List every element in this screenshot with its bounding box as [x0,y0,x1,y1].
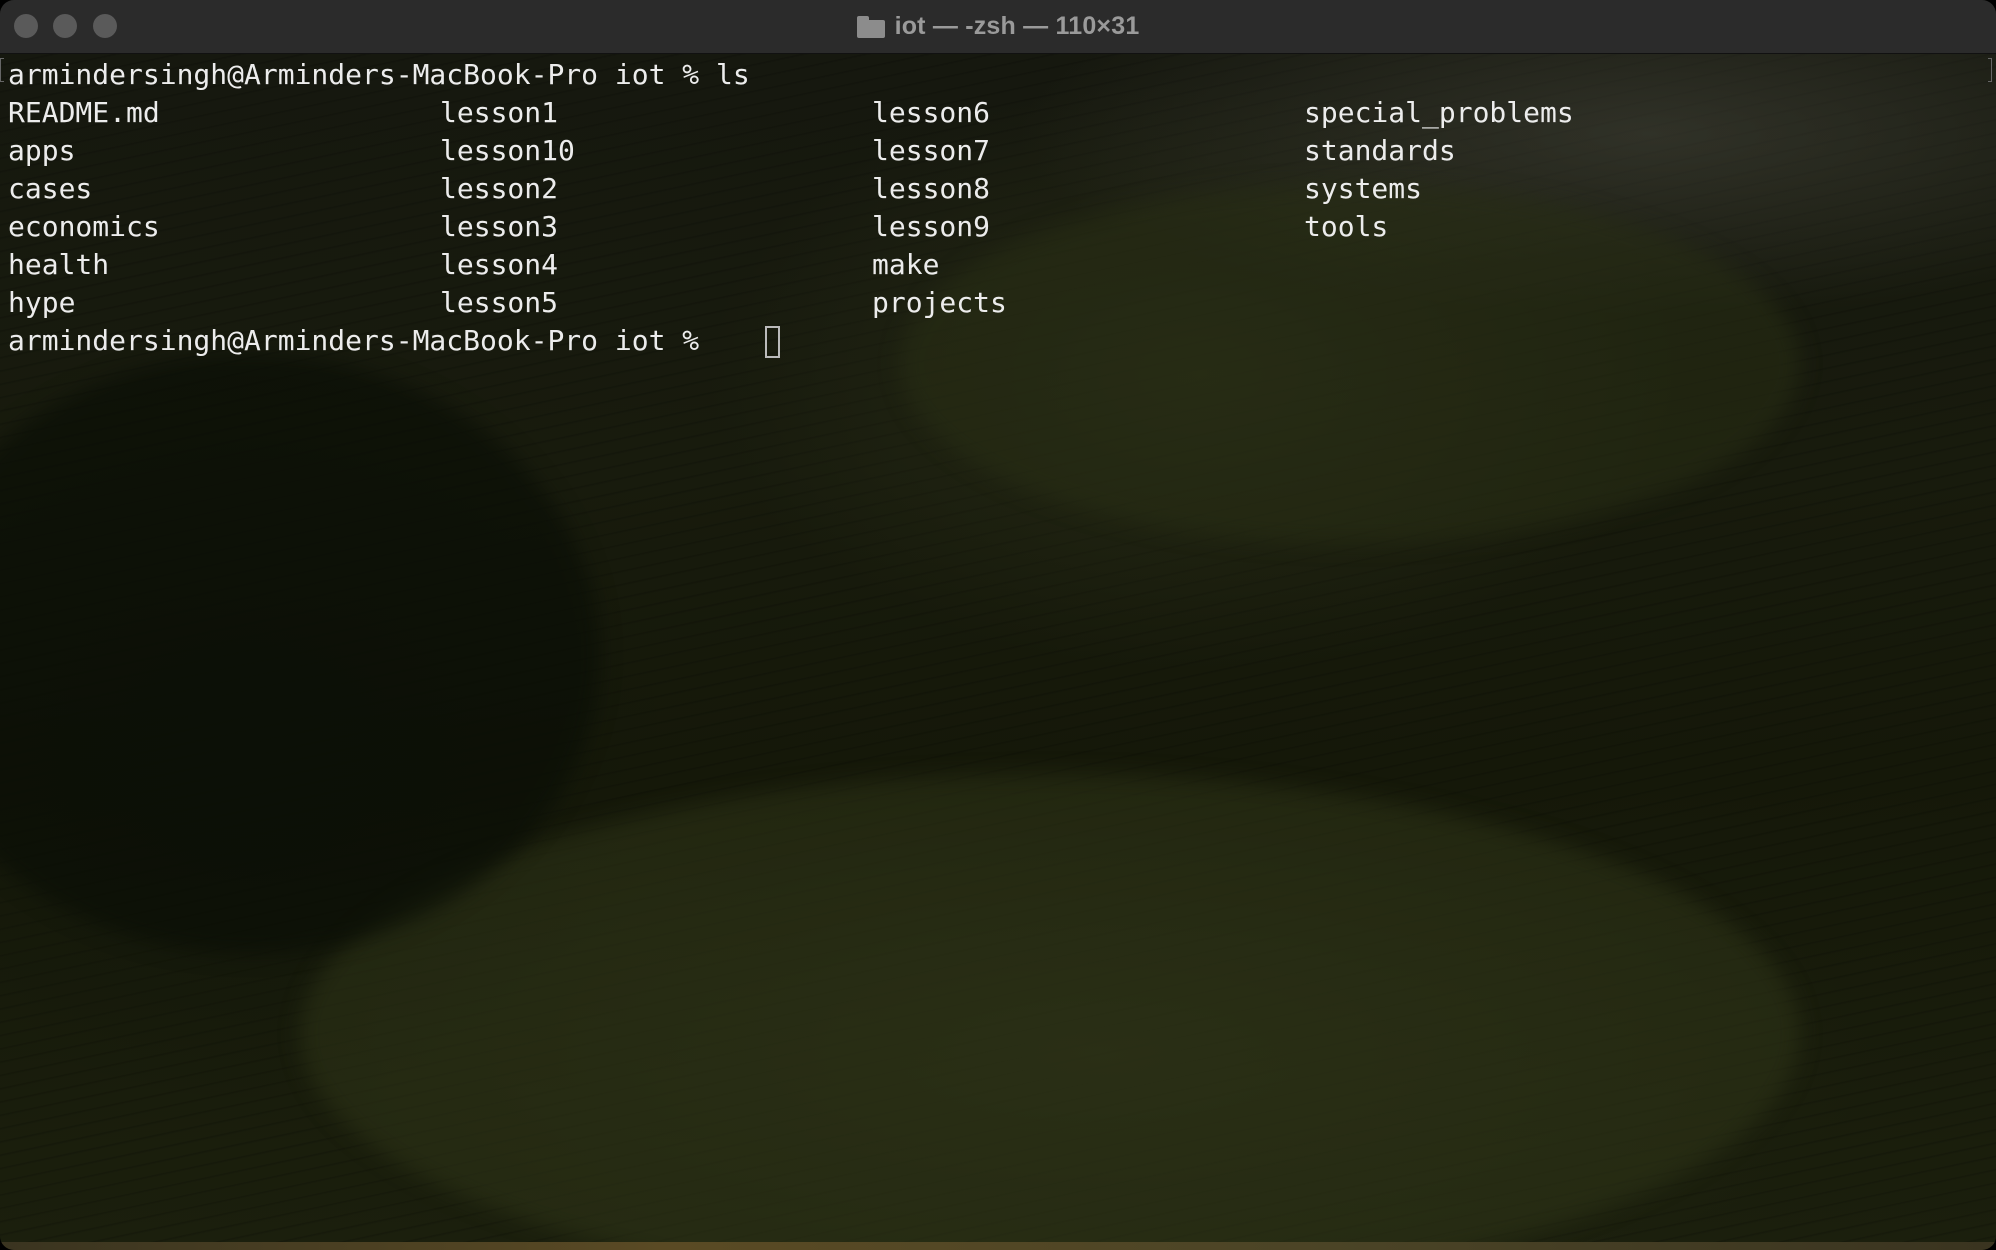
shell-prompt: armindersingh@Arminders-MacBook-Pro iot … [8,324,717,357]
listing-entry: lesson5 [440,286,559,319]
command-line: armindersingh@Arminders-MacBook-Pro iot … [0,56,1996,94]
listing-row: hype lesson5 projects [0,284,1996,322]
listing-entry: make [872,248,940,281]
listing-row: economics lesson3 lesson9 tools [0,208,1996,246]
listing-entry: lesson9 [872,210,991,243]
listing-entry: lesson2 [440,172,559,205]
listing-entry: README.md [8,96,160,129]
listing-entry: lesson3 [440,210,559,243]
listing-entry: apps [8,134,76,167]
listing-row: cases lesson2 lesson8 systems [0,170,1996,208]
listing-entry: tools [1304,210,1389,243]
listing-entry: hype [8,286,76,319]
window-title: iot — -zsh — 110×31 [894,12,1140,40]
listing-entry: special_problems [1304,96,1574,129]
mark-bracket-left [0,58,4,82]
folder-icon [856,15,885,38]
listing-entry: standards [1304,134,1456,167]
listing-entry: health [8,248,110,281]
mark-bracket-right [1988,58,1992,82]
listing-row: apps lesson10 lesson7 standards [0,132,1996,170]
desktop-edge [0,1242,1996,1250]
listing-entry: lesson7 [872,134,991,167]
listing-entry: lesson8 [872,172,991,205]
listing-entry: cases [8,172,93,205]
listing-entry: lesson10 [440,134,575,167]
listing-entry: projects [872,286,1007,319]
text-cursor [765,326,780,358]
listing-entry: economics [8,210,160,243]
listing-row: README.md lesson1 lesson6 special_proble… [0,94,1996,132]
listing-entry: lesson6 [872,96,991,129]
listing-entry: lesson1 [440,96,559,129]
listing-entry: lesson4 [440,248,559,281]
terminal-output[interactable]: armindersingh@Arminders-MacBook-Pro iot … [0,56,1996,1236]
listing-entry: systems [1304,172,1423,205]
terminal-window: iot — -zsh — 110×31 armindersingh@Armind… [0,0,1996,1250]
window-title-group: iot — -zsh — 110×31 [0,0,1996,53]
current-prompt-line[interactable]: armindersingh@Arminders-MacBook-Pro iot … [0,322,1996,360]
command-text: armindersingh@Arminders-MacBook-Pro iot … [8,58,750,91]
listing-row: health lesson4 make [0,246,1996,284]
title-bar[interactable]: iot — -zsh — 110×31 [0,0,1996,54]
